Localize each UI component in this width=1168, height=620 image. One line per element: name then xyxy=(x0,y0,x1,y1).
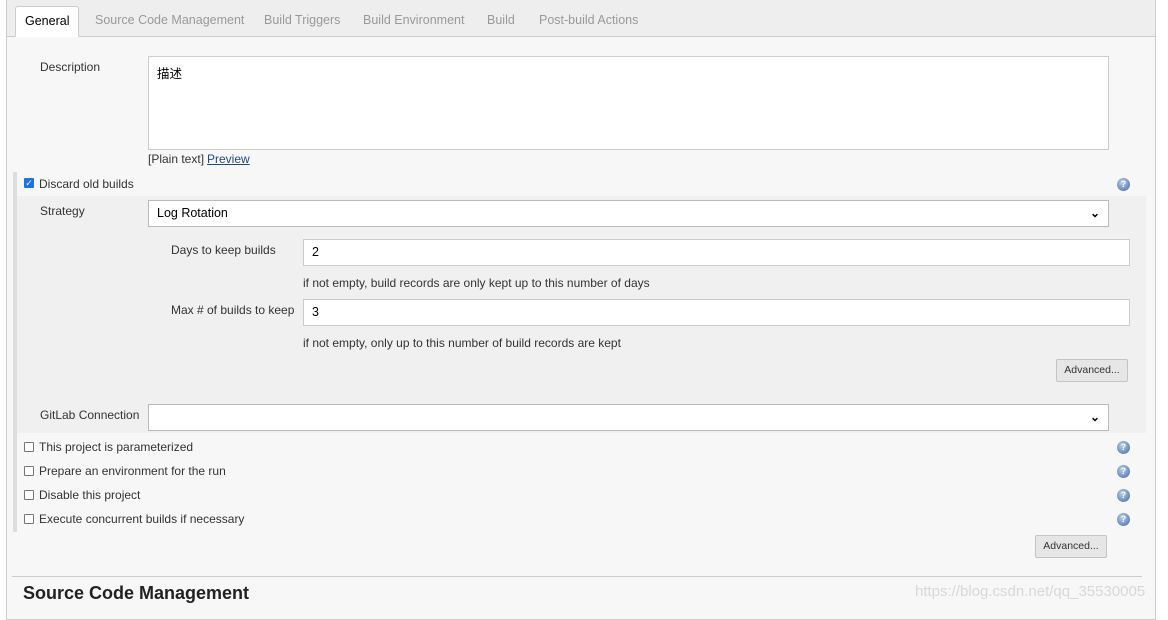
prepare-environment-checkbox[interactable] xyxy=(24,466,34,476)
description-textarea[interactable]: 描述 xyxy=(148,56,1109,150)
max-help-text: if not empty, only up to this number of … xyxy=(303,336,621,350)
max-builds-input[interactable]: 3 xyxy=(303,299,1130,326)
strategy-select[interactable]: Log Rotation ⌄ xyxy=(148,200,1109,227)
tab-post-build-actions[interactable]: Post-build Actions xyxy=(530,6,647,37)
section-heading: Source Code Management xyxy=(23,583,250,603)
advanced-button[interactable]: Advanced... xyxy=(1056,359,1128,382)
days-to-keep-input[interactable]: 2 xyxy=(303,239,1130,266)
advanced-button-general[interactable]: Advanced... xyxy=(1035,535,1107,558)
discard-old-builds-label: Discard old builds xyxy=(39,177,134,191)
days-help-text: if not empty, build records are only kep… xyxy=(303,276,650,290)
concurrent-builds-checkbox[interactable] xyxy=(24,514,34,524)
days-to-keep-label: Days to keep builds xyxy=(171,243,276,257)
tab-bar: General Source Code Management Build Tri… xyxy=(7,0,1155,37)
help-icon[interactable]: ? xyxy=(1117,513,1130,526)
watermark: https://blog.csdn.net/qq_35530005 xyxy=(915,583,1146,600)
concurrent-builds-label: Execute concurrent builds if necessary xyxy=(39,512,245,526)
chevron-down-icon: ⌄ xyxy=(1089,206,1100,220)
strategy-label: Strategy xyxy=(40,204,85,218)
help-icon[interactable]: ? xyxy=(1117,465,1130,478)
help-icon[interactable]: ? xyxy=(1117,178,1130,191)
tab-build[interactable]: Build xyxy=(478,6,524,37)
gitlab-connection-label: GitLab Connection xyxy=(40,408,140,422)
discard-old-builds-checkbox[interactable]: ✓ xyxy=(24,178,34,188)
strategy-value: Log Rotation xyxy=(157,206,228,220)
tab-general[interactable]: General xyxy=(15,6,80,37)
plain-text-label: [Plain text] xyxy=(148,152,205,166)
preview-link[interactable]: Preview xyxy=(207,152,250,166)
gitlab-connection-select[interactable]: ⌄ xyxy=(148,404,1109,431)
description-label: Description xyxy=(40,60,101,74)
divider xyxy=(12,576,1142,577)
tab-build-triggers[interactable]: Build Triggers xyxy=(255,6,349,37)
help-icon[interactable]: ? xyxy=(1117,489,1130,502)
disable-project-label: Disable this project xyxy=(39,488,141,502)
parameterized-checkbox[interactable] xyxy=(24,442,34,452)
tab-source-code-management[interactable]: Source Code Management xyxy=(86,6,253,37)
prepare-environment-label: Prepare an environment for the run xyxy=(39,464,226,478)
chevron-down-icon: ⌄ xyxy=(1089,410,1100,424)
help-icon[interactable]: ? xyxy=(1117,441,1130,454)
tab-build-environment[interactable]: Build Environment xyxy=(354,6,473,37)
max-builds-label: Max # of builds to keep xyxy=(171,303,295,317)
parameterized-label: This project is parameterized xyxy=(39,440,194,454)
disable-project-checkbox[interactable] xyxy=(24,490,34,500)
